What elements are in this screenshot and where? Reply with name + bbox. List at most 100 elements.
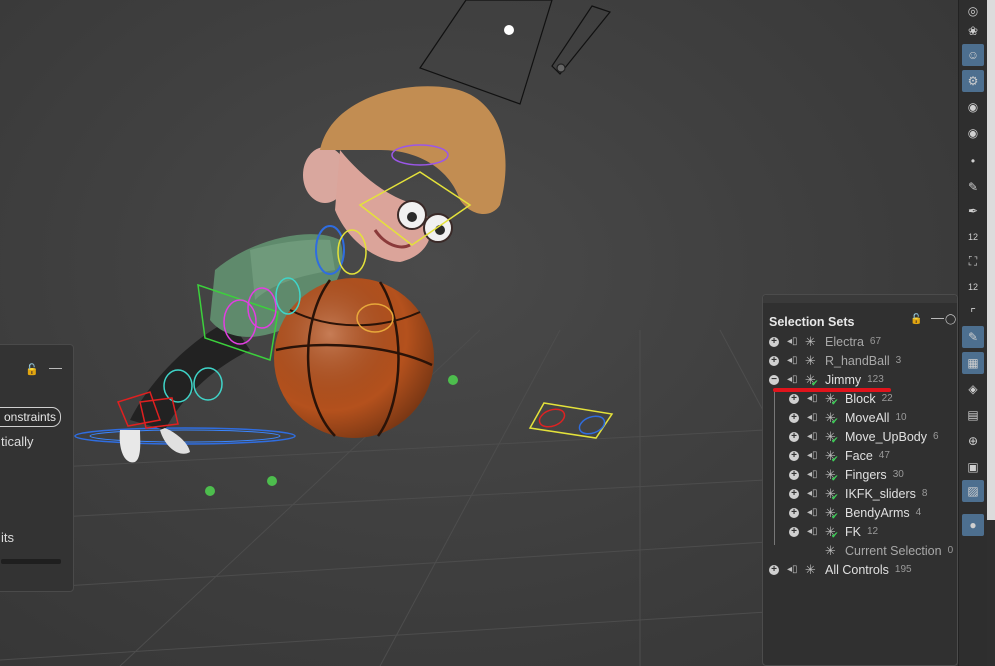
root-control-circles[interactable] <box>74 427 296 445</box>
expand-icon[interactable]: + <box>789 469 799 480</box>
select-set-icon[interactable]: ✳ ✔ <box>825 506 839 521</box>
pivot-icon[interactable]: ⊕ <box>962 430 984 452</box>
checker-icon[interactable]: ▦ <box>962 352 984 374</box>
selection-set-row[interactable]: + ◂▯ ✳ ✔ MoveAll 10 <box>789 408 907 427</box>
select-set-icon[interactable]: ✳ ✔ <box>825 411 839 426</box>
keyframe-icon[interactable]: ◂▯ <box>807 393 821 405</box>
selection-set-count: 22 <box>881 393 893 404</box>
keyframe-icon[interactable]: ◂▯ <box>787 355 801 367</box>
timing-12b-icon[interactable]: 12 <box>962 276 984 298</box>
pen-active-icon[interactable]: ✎ <box>962 326 984 348</box>
collapse-icon[interactable]: − <box>769 374 779 385</box>
minimize-icon[interactable]: — <box>49 360 62 375</box>
selection-set-row[interactable]: + ◂▯ ✳ ✔ Fingers 30 <box>789 465 904 484</box>
selection-set-row[interactable]: ✳ Current Selection 0 <box>789 541 953 560</box>
expand-icon[interactable]: + <box>769 564 779 575</box>
expand-icon[interactable]: + <box>769 355 779 366</box>
select-set-icon[interactable]: ✳ <box>805 563 819 576</box>
left-floating-panel: 🔓 — onstraints tically its <box>0 344 74 592</box>
selection-set-row[interactable]: + ◂▯ ✳ ✔ Move_UpBody 6 <box>789 427 939 446</box>
left-panel-slider[interactable] <box>1 559 61 564</box>
selection-set-name: FK <box>845 524 861 539</box>
selection-set-row[interactable]: + ◂▯ ✳ ✔ FK 12 <box>789 522 878 541</box>
left-panel-option-label-2: its <box>1 530 14 545</box>
selection-set-row[interactable]: + ◂▯ ✳ ✔ BendyArms 4 <box>789 503 921 522</box>
select-set-icon[interactable]: ✳ ✔ <box>805 373 819 388</box>
expand-icon[interactable]: + <box>789 450 799 461</box>
layer-icon[interactable]: ◈ <box>962 378 984 400</box>
select-set-icon[interactable]: ✳ ✔ <box>825 449 839 464</box>
3d-viewport[interactable]: 🔓 — onstraints tically its Selection Set… <box>0 0 958 666</box>
selection-set-row[interactable]: + ◂▯ ✳ Electra 67 <box>769 332 881 351</box>
basketball[interactable] <box>274 278 434 438</box>
stack-icon[interactable]: ▣ <box>962 456 984 478</box>
window-edge-strip <box>987 0 995 666</box>
selection-set-name: Current Selection <box>845 543 942 558</box>
lock-icon[interactable]: 🔓 <box>910 314 922 325</box>
expand-icon[interactable]: + <box>769 336 779 347</box>
eye-gear-icon[interactable]: ◉ <box>962 122 984 144</box>
pin-icon[interactable]: ● <box>962 514 984 536</box>
keyframe-icon[interactable]: ◂▯ <box>807 488 821 500</box>
minimize-icon[interactable]: — <box>931 310 944 325</box>
ball-ground-control[interactable] <box>528 402 614 439</box>
panel-title: Selection Sets <box>769 315 855 329</box>
skull-gear-icon[interactable]: ⚙ <box>962 70 984 92</box>
pen-icon[interactable]: ✒ <box>962 200 984 222</box>
expand-icon[interactable]: + <box>789 412 799 423</box>
timing-12-icon[interactable]: 12 <box>962 226 984 248</box>
selection-set-row[interactable]: + ◂▯ ✳ All Controls 195 <box>769 560 912 579</box>
brush-icon[interactable]: ✎ <box>962 176 984 198</box>
eye-arrow-icon[interactable]: ◉ <box>962 96 984 118</box>
light-bulb-icon[interactable]: ◎ <box>962 0 984 22</box>
keyframe-icon[interactable]: ◂▯ <box>807 469 821 481</box>
expand-icon[interactable] <box>789 546 799 556</box>
keyframe-icon[interactable]: ◂▯ <box>787 374 801 386</box>
dot-icon[interactable]: • <box>962 150 984 172</box>
selection-set-count: 10 <box>895 412 907 423</box>
select-set-icon[interactable]: ✳ ✔ <box>825 525 839 540</box>
select-set-icon[interactable]: ✳ ✔ <box>825 468 839 483</box>
lock-icon[interactable]: 🔓 <box>25 363 39 376</box>
keyframe-icon[interactable]: ◂▯ <box>807 507 821 519</box>
expand-icon[interactable]: + <box>789 507 799 518</box>
keyframe-icon[interactable]: ◂▯ <box>807 431 821 443</box>
check-icon: ✔ <box>831 415 839 426</box>
select-set-icon[interactable]: ✳ ✔ <box>825 487 839 502</box>
select-set-icon[interactable]: ✳ <box>805 354 819 367</box>
map-icon[interactable]: ▤ <box>962 404 984 426</box>
constraints-button[interactable]: onstraints <box>0 407 61 427</box>
expand-icon[interactable]: + <box>789 488 799 499</box>
keyframe-icon[interactable]: ◂▯ <box>787 336 801 348</box>
selection-set-count: 47 <box>878 450 890 461</box>
selection-set-row[interactable]: − ◂▯ ✳ ✔ Jimmy 123 <box>769 370 884 389</box>
corner-icon[interactable]: ⌜ <box>962 302 984 324</box>
expand-icon[interactable]: + <box>789 431 799 442</box>
selection-set-name: IKFK_sliders <box>845 486 916 501</box>
selection-set-row[interactable]: + ◂▯ ✳ ✔ Face 47 <box>789 446 890 465</box>
bulb-outline-icon[interactable]: ❀ <box>962 20 984 42</box>
select-set-icon[interactable]: ✳ ✔ <box>825 392 839 407</box>
keyframe-icon[interactable]: ◂▯ <box>807 450 821 462</box>
selection-set-name: R_handBall <box>825 353 890 368</box>
keyframe-icon[interactable]: ◂▯ <box>787 564 801 576</box>
skull-icon[interactable]: ☺ <box>962 44 984 66</box>
check-icon: ✔ <box>831 510 839 521</box>
panel-drag-grip[interactable] <box>763 295 957 303</box>
selection-set-name: Face <box>845 448 873 463</box>
selection-set-name: MoveAll <box>845 410 890 425</box>
expand-icon[interactable]: + <box>789 526 799 537</box>
dock-icon[interactable]: ◯ <box>945 314 956 325</box>
select-set-icon[interactable]: ✳ <box>825 544 839 557</box>
paint-bucket-icon[interactable]: ⛶ <box>962 250 984 272</box>
select-set-icon[interactable]: ✳ ✔ <box>825 430 839 445</box>
expand-icon[interactable]: + <box>789 393 799 404</box>
keyframe-icon[interactable]: ◂▯ <box>807 412 821 424</box>
check-icon: ✔ <box>831 434 839 445</box>
keyframe-icon[interactable] <box>807 545 821 557</box>
selection-set-row[interactable]: + ◂▯ ✳ ✔ IKFK_sliders 8 <box>789 484 927 503</box>
selection-set-row[interactable]: + ◂▯ ✳ R_handBall 3 <box>769 351 901 370</box>
select-set-icon[interactable]: ✳ <box>805 335 819 348</box>
keyframe-icon[interactable]: ◂▯ <box>807 526 821 538</box>
landscape-icon[interactable]: ▨ <box>962 480 984 502</box>
